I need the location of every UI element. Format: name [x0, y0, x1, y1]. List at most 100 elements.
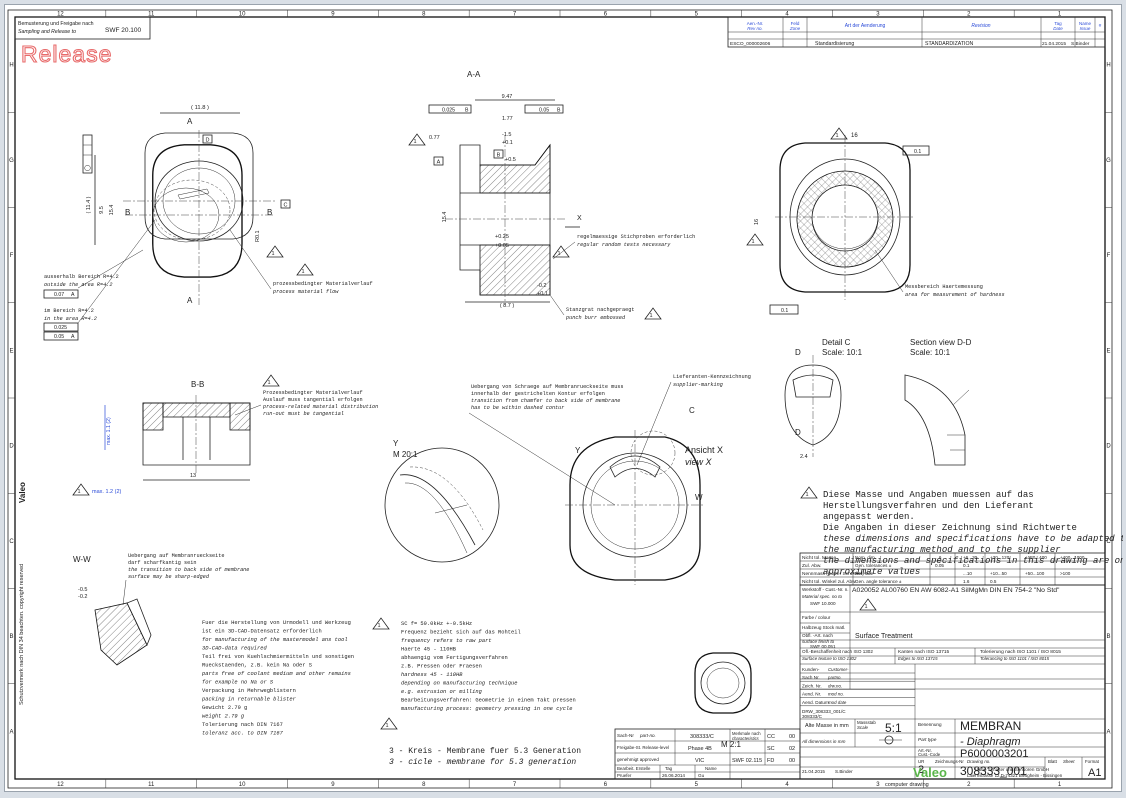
- detail-y-marker: Y: [575, 446, 581, 455]
- zone-col-bottom: 10: [239, 782, 246, 788]
- section-marker-d-bottom: D: [795, 428, 801, 437]
- rev-change-no: ESCO_000002606: [730, 41, 771, 47]
- tb-all-dims: All dimensions in mm: [801, 739, 846, 744]
- svg-text:1: 1: [267, 380, 270, 386]
- tb-row-label-en: partno.: [827, 675, 842, 680]
- note-line: hardness 45 - 110HB: [401, 672, 463, 678]
- gdt-0-025: 0.025: [54, 325, 67, 331]
- ab-sc-label: SC: [767, 746, 775, 752]
- tb-sheet-label: Blatt: [1048, 759, 1058, 764]
- note-line: for manufacturing of the mastermodel ans…: [202, 637, 348, 643]
- tb-title-en: - Diaphragm: [960, 736, 1021, 748]
- svg-text:1: 1: [301, 269, 304, 275]
- tb-row-label: Zeich. Nr.: [802, 683, 822, 688]
- dim-13: 13: [190, 473, 196, 479]
- gdt-pos-0-1-bottom: 0.1: [781, 308, 788, 314]
- tb-check-date: 21.04.2015: [802, 769, 825, 774]
- ab-name-label: Name: [705, 766, 717, 771]
- tol-cell: +120...400: [1025, 555, 1047, 560]
- section-w-marker: W: [695, 493, 703, 502]
- zone-row-right: E: [1106, 348, 1110, 354]
- note-line: Fuer die Herstellung von Urmodell und We…: [202, 620, 351, 626]
- dim-9-47: 9.47: [502, 94, 513, 100]
- rev-change-type: Standardisierung: [815, 41, 854, 47]
- svg-text:1: 1: [751, 239, 754, 245]
- note-in-area-en: in the area R=4.2: [44, 316, 97, 322]
- sampling-text-de: Bemusterung und Freigabe nach: [18, 21, 94, 27]
- tb-texture-label-en: Surface texture to ISO 1302: [802, 656, 857, 661]
- section-marker-d-top: D: [795, 348, 801, 357]
- ab-sc-value: 02: [789, 746, 795, 752]
- hardness-view: 1 16 0.1 0.1 16 1 Messbereich Haertemess…: [746, 127, 1005, 315]
- section-marker-b-left: B: [125, 208, 130, 217]
- tb-tolerancing-label: Tolerierung nach ISO 1101 / ISO 8015: [980, 649, 1061, 655]
- rev-date: 21.04.2015: [1042, 41, 1066, 47]
- detail-c-title: Detail C: [822, 338, 851, 347]
- svg-text:1: 1: [77, 489, 80, 495]
- tol-cell: Nom. dim.: [855, 555, 876, 560]
- tb-row-label-en: mod date: [828, 700, 847, 705]
- note-line: SC f= 59.0kHz +-0.5kHz: [401, 621, 472, 627]
- note-outside-area-en: outside the area R=4.2: [44, 282, 113, 288]
- tb-dwg-ref2: 308333/C: [802, 714, 823, 719]
- tb-address: Laiernstrasse 12 D-74321 Bietigheim - Bi…: [967, 773, 1063, 778]
- tol-cell: 0.1: [963, 563, 970, 568]
- tol-cell: 0.05: [935, 563, 944, 568]
- gdt-0-05-datum: A: [71, 334, 75, 340]
- tb-row-label-en: drw.no.: [828, 683, 842, 688]
- tol-cell: 0.5: [990, 579, 997, 584]
- tb-format-label: Format: [1085, 759, 1100, 764]
- note-line: frequency refers to raw part: [401, 638, 492, 644]
- zone-col-bottom: 4: [785, 782, 789, 788]
- svg-text:1: 1: [377, 623, 380, 629]
- zone-col-top: 10: [239, 12, 246, 18]
- dim-plus-0-25: +0.25: [495, 234, 509, 240]
- section-ww-title: W-W: [73, 555, 91, 564]
- zone-row-right: A: [1106, 729, 1110, 735]
- footer-computer-drawing: computer drawing: [885, 782, 929, 788]
- tb-company: Valeo Schalter und Sensoren GmbH: [975, 767, 1049, 772]
- view-x-title-en: view X: [685, 457, 713, 467]
- dim-1-77: 1.77: [502, 116, 513, 122]
- note-material-flow-de: prozessbedingter Materialverlauf: [273, 281, 373, 287]
- section-bb: B-B 13 max. 1.1 (2) 1 max. 1.2 (2) 1 Pro…: [72, 374, 378, 496]
- note-line: 3D-CAD-data required: [202, 646, 267, 652]
- side-logo: Valeo: [18, 482, 27, 503]
- gdt-0-05: 0.05: [54, 334, 64, 340]
- rev-header-date: Date: [1053, 26, 1063, 31]
- ab-characteristics-label-en: characteristics: [732, 736, 760, 741]
- tb-check-name: S.Binder: [835, 769, 853, 774]
- rev-header-revision: Revision: [971, 23, 990, 29]
- zone-col-bottom: 11: [148, 782, 155, 788]
- note-hardness-area-de: Messbereich Haertemessung: [905, 284, 983, 290]
- zone-row-right: B: [1106, 634, 1110, 640]
- section-dd-title: Section view D-D: [910, 338, 972, 347]
- tol-cell: Nicht tol. Masse: [802, 555, 836, 561]
- svg-text:1: 1: [385, 723, 388, 729]
- datum-c: C: [284, 203, 288, 209]
- rev-header-issue: Issue: [1080, 26, 1091, 31]
- note-transition-1: Uebergang von Schraege auf Membranruecks…: [471, 384, 624, 390]
- tb-tolerancing-label-en: Tolerancing to ISO 1101 / ISO 8015: [980, 656, 1050, 661]
- tb-mat-spec-value: SWF 10.000: [810, 601, 836, 606]
- note-ww-4: surface may be sharp-edged: [128, 574, 210, 580]
- zone-col-bottom: 5: [695, 782, 699, 788]
- note-line: for example no Na or S: [202, 680, 274, 686]
- note-line: weight 2.79 g: [202, 714, 245, 720]
- note-line: Herstellungsverfahren und den Lieferant: [823, 501, 1034, 511]
- tb-mat-spec-label: Material spec. no to: [802, 594, 843, 599]
- zone-row-left: D: [9, 444, 14, 450]
- section-marker-b-right: B: [267, 208, 272, 217]
- tb-scale-value: 5:1: [885, 721, 902, 735]
- ab-part-no-label-en: part-no.: [639, 733, 656, 738]
- sampling-standard: SWF 20.100: [105, 27, 142, 34]
- dim-minus-1-5: -1.5: [502, 132, 511, 138]
- note-line: angepasst werden.: [823, 512, 915, 522]
- dim-minus-0-2: -0.2: [537, 283, 546, 289]
- note-bb-material-en: process-related material distribution: [263, 404, 378, 410]
- note-line: Gewicht 2.79 g: [202, 705, 247, 711]
- rev-name: S.Binder: [1071, 41, 1090, 47]
- datum-a: A: [437, 160, 441, 166]
- kreis-note-en: 3 - cicle - membrane for 5.3 generation: [389, 758, 576, 767]
- note-bb-tangential-en: run-out must be tangential: [263, 411, 344, 417]
